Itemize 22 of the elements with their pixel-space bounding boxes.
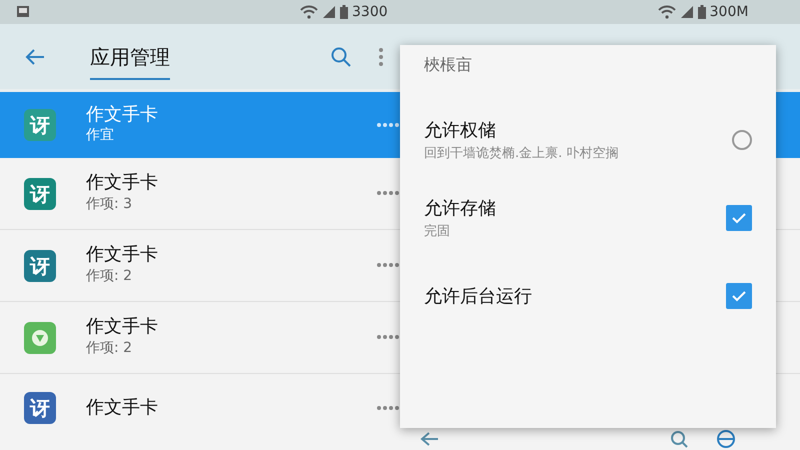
app-icon: 讶 bbox=[24, 250, 56, 282]
option-label: 允许后台运行 bbox=[424, 284, 532, 308]
app-name: 作文手卡 bbox=[86, 172, 159, 194]
app-detail: 作宜 bbox=[86, 126, 115, 146]
option-description: 完固 bbox=[424, 222, 451, 241]
dialog-title: 梜棖亩 bbox=[424, 54, 473, 76]
app-name: 作文手卡 bbox=[86, 397, 159, 419]
app-name: 作文手卡 bbox=[86, 104, 159, 126]
option-label: 允许权储 bbox=[424, 118, 497, 143]
app-icon: 讶 bbox=[24, 392, 56, 424]
app-name: 作文手卡 bbox=[86, 316, 159, 338]
option-label: 允许存储 bbox=[424, 196, 496, 221]
app-icon: 讶 bbox=[24, 178, 56, 210]
app-detail: 作项: 2 bbox=[86, 266, 134, 286]
page-title: 应用管理 bbox=[90, 42, 170, 80]
app-detail: 作项: 3 bbox=[86, 194, 134, 214]
status-text: 300M bbox=[710, 2, 748, 22]
option-description: 回到干墙诡焚椭.金上禀. 卟村空搁 bbox=[424, 144, 618, 163]
app-name: 作文手卡 bbox=[86, 244, 159, 266]
app-detail: 作项: 2 bbox=[86, 338, 134, 358]
app-icon: 讶 bbox=[24, 109, 56, 141]
status-text: 3300 bbox=[352, 2, 388, 22]
